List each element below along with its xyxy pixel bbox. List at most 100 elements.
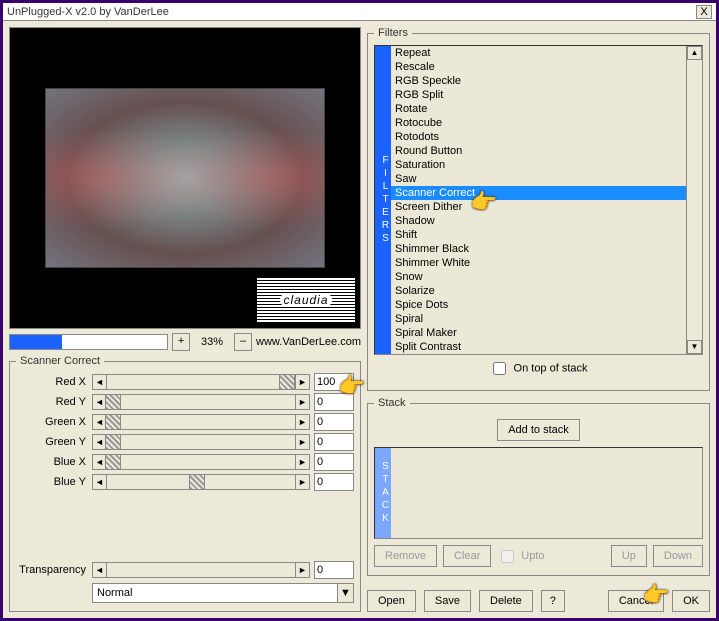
param-value[interactable]: 0 (314, 413, 354, 431)
clear-button[interactable]: Clear (443, 545, 491, 567)
watermark: claudia (256, 276, 356, 324)
slider-thumb[interactable] (279, 375, 295, 389)
on-top-checkbox[interactable] (493, 362, 506, 375)
arrow-right-icon[interactable]: ► (295, 475, 309, 489)
param-slider[interactable]: ◄► (92, 454, 310, 470)
param-label: Green Y (16, 436, 88, 448)
filters-sidebar-label: FILTERS (375, 46, 391, 354)
stack-sidebar-label: STACK (375, 448, 391, 538)
arrow-right-icon[interactable]: ► (295, 563, 309, 577)
on-top-label: On top of stack (514, 362, 588, 374)
param-slider[interactable]: ◄► (92, 394, 310, 410)
vendor-url: www.VanDerLee.com (256, 336, 361, 348)
upto-group: Upto (497, 545, 544, 567)
filters-listbox[interactable]: RepeatRescaleRGB SpeckleRGB SplitRotateR… (391, 46, 686, 354)
param-value[interactable]: 0 (314, 453, 354, 471)
list-item[interactable]: Rotodots (391, 130, 686, 144)
list-item[interactable]: Shimmer Black (391, 242, 686, 256)
list-item[interactable]: Spiral Maker (391, 326, 686, 340)
list-item[interactable]: Solarize (391, 284, 686, 298)
param-value[interactable]: 0 (314, 433, 354, 451)
slider-thumb[interactable] (105, 435, 121, 449)
list-item[interactable]: Snow (391, 270, 686, 284)
down-button[interactable]: Down (653, 545, 703, 567)
open-button[interactable]: Open (367, 590, 416, 612)
param-row: Green X◄►0 (16, 413, 354, 431)
arrow-right-icon[interactable]: ► (295, 375, 309, 389)
list-item[interactable]: Screen Dither (391, 200, 686, 214)
upto-label: Upto (521, 550, 544, 562)
delete-button[interactable]: Delete (479, 590, 533, 612)
param-label: Red X (16, 376, 88, 388)
arrow-left-icon[interactable]: ◄ (93, 563, 107, 577)
scrollbar[interactable]: ▲ ▼ (686, 46, 702, 354)
list-item[interactable]: RGB Speckle (391, 74, 686, 88)
transparency-value[interactable]: 0 (314, 561, 354, 579)
remove-button[interactable]: Remove (374, 545, 437, 567)
filter-params-legend: Scanner Correct (16, 355, 104, 367)
param-label: Red Y (16, 396, 88, 408)
list-item[interactable]: Spice Dots (391, 298, 686, 312)
scroll-up-icon[interactable]: ▲ (687, 46, 702, 60)
arrow-left-icon[interactable]: ◄ (93, 475, 107, 489)
param-row: Green Y ◄►0 (16, 433, 354, 451)
stack-list[interactable]: STACK (374, 447, 703, 539)
zoom-in-button[interactable]: + (172, 333, 190, 351)
list-item[interactable]: Spiral (391, 312, 686, 326)
titlebar: UnPlugged-X v2.0 by VanDerLee X (3, 3, 716, 21)
slider-thumb[interactable] (105, 455, 121, 469)
param-value[interactable]: 0 (314, 473, 354, 491)
param-slider[interactable]: ◄► (92, 474, 310, 490)
blend-mode-combo[interactable]: Normal ▼ (92, 583, 354, 603)
list-item[interactable]: Shadow (391, 214, 686, 228)
progress-bar (9, 334, 168, 350)
help-button[interactable]: ? (541, 590, 565, 612)
list-item[interactable]: Round Button (391, 144, 686, 158)
list-item[interactable]: Rescale (391, 60, 686, 74)
add-to-stack-button[interactable]: Add to stack (497, 419, 580, 441)
close-button[interactable]: X (696, 5, 712, 19)
param-slider[interactable]: ◄► (92, 374, 310, 390)
list-item[interactable]: Rotate (391, 102, 686, 116)
plugin-window: UnPlugged-X v2.0 by VanDerLee X claudia … (0, 0, 719, 621)
list-item[interactable]: Repeat (391, 46, 686, 60)
stack-buttons: Remove Clear Upto Up Down (374, 539, 703, 567)
chevron-down-icon[interactable]: ▼ (337, 584, 353, 602)
save-button[interactable]: Save (424, 590, 471, 612)
slider-thumb[interactable] (105, 395, 121, 409)
param-slider[interactable]: ◄► (92, 414, 310, 430)
stack-group: Stack Add to stack STACK Remove Clear Up… (367, 397, 710, 576)
list-item[interactable]: Saturation (391, 158, 686, 172)
filters-group: Filters FILTERS RepeatRescaleRGB Speckle… (367, 27, 710, 391)
param-row: Blue X◄►0 (16, 453, 354, 471)
upto-checkbox[interactable] (501, 550, 514, 563)
list-item[interactable]: Rotocube (391, 116, 686, 130)
arrow-right-icon[interactable]: ► (295, 415, 309, 429)
param-label: Blue Y (16, 476, 88, 488)
arrow-right-icon[interactable]: ► (295, 435, 309, 449)
blend-mode-value: Normal (93, 587, 337, 599)
slider-thumb[interactable] (189, 475, 205, 489)
param-value[interactable]: 100 (314, 373, 354, 391)
arrow-left-icon[interactable]: ◄ (93, 375, 107, 389)
scroll-down-icon[interactable]: ▼ (687, 340, 702, 354)
list-item[interactable]: Shimmer White (391, 256, 686, 270)
arrow-right-icon[interactable]: ► (295, 455, 309, 469)
arrow-right-icon[interactable]: ► (295, 395, 309, 409)
zoom-out-button[interactable]: – (234, 333, 252, 351)
filters-legend: Filters (374, 27, 412, 39)
slider-thumb[interactable] (105, 415, 121, 429)
cancel-button[interactable]: Cancel (608, 590, 664, 612)
ok-button[interactable]: OK (672, 590, 710, 612)
list-item[interactable]: RGB Split (391, 88, 686, 102)
list-item[interactable]: Scanner Correct (391, 186, 686, 200)
transparency-slider[interactable]: ◄ ► (92, 562, 310, 578)
up-button[interactable]: Up (611, 545, 647, 567)
on-top-row: On top of stack (374, 355, 703, 382)
list-item[interactable]: Saw (391, 172, 686, 186)
list-item[interactable]: Shift (391, 228, 686, 242)
zoom-percent: 33% (194, 336, 230, 348)
param-slider[interactable]: ◄► (92, 434, 310, 450)
param-value[interactable]: 0 (314, 393, 354, 411)
list-item[interactable]: Split Contrast (391, 340, 686, 354)
